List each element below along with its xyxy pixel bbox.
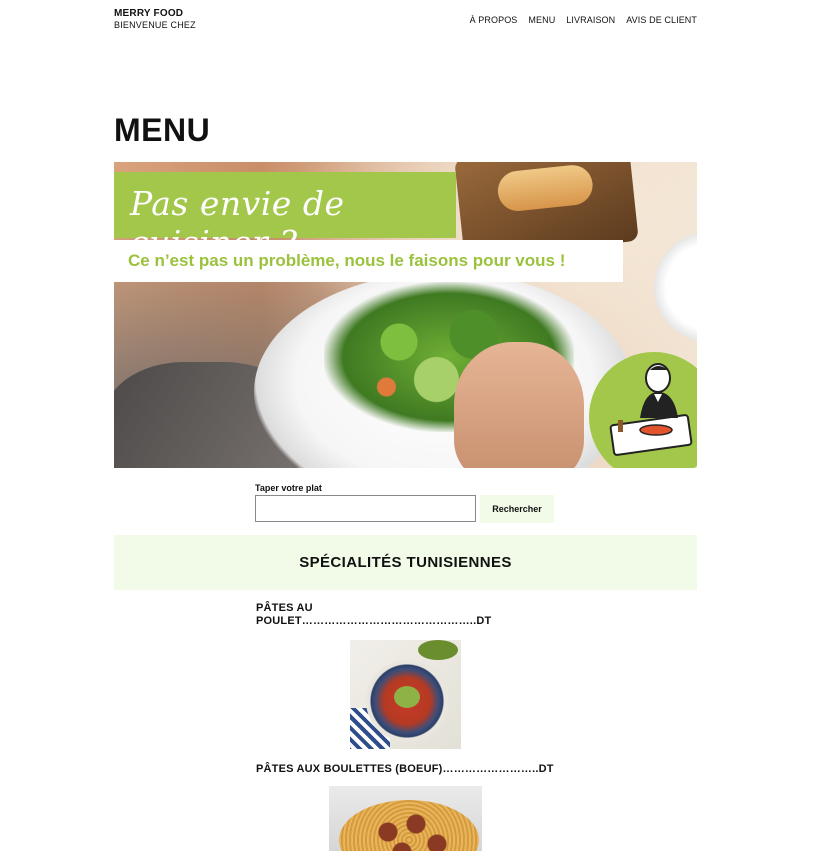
hand-image	[454, 342, 584, 468]
chef-mascot-icon	[609, 363, 693, 456]
brand[interactable]: MERRY FOOD BIENVENUE CHEZ	[114, 8, 196, 30]
page-title: MENU	[114, 112, 211, 148]
pasta-image	[339, 800, 479, 851]
hero-subline-band: Ce n’est pas un problème, nous le faison…	[114, 240, 623, 282]
bowl-image	[366, 660, 448, 742]
dish-title: PÂTES AUX BOULETTES (BOEUF)……………………..DT	[256, 763, 554, 775]
brand-name: MERRY FOOD	[114, 8, 184, 19]
search-input[interactable]	[255, 495, 476, 522]
nav-item-a-propos[interactable]: À PROPOS	[470, 15, 518, 25]
garnish-image	[418, 640, 458, 660]
dish-title: PÂTES AU POULET………………………………………..DT	[256, 602, 492, 628]
section-header: SPÉCIALITÉS TUNISIENNES	[114, 535, 697, 590]
hero-banner: Pas envie de cuisiner ? Ce n’est pas un …	[114, 162, 697, 468]
search-button[interactable]: Rechercher	[480, 495, 554, 523]
search-label: Taper votre plat	[255, 483, 322, 493]
nav-item-menu[interactable]: MENU	[528, 15, 555, 25]
main-nav: À PROPOS MENU LIVRAISON AVIS DE CLIENT	[470, 15, 697, 25]
dish-image-pates-aux-boulettes	[329, 786, 482, 851]
nav-item-livraison[interactable]: LIVRAISON	[566, 15, 615, 25]
nav-item-avis-de-client[interactable]: AVIS DE CLIENT	[626, 15, 697, 25]
section-title: SPÉCIALITÉS TUNISIENNES	[299, 554, 512, 571]
hero-subline: Ce n’est pas un problème, nous le faison…	[128, 251, 566, 270]
brand-tagline: BIENVENUE CHEZ	[114, 19, 196, 30]
dish-image-pates-au-poulet	[350, 640, 461, 749]
hero-headline-band: Pas envie de cuisiner ?	[114, 172, 456, 262]
